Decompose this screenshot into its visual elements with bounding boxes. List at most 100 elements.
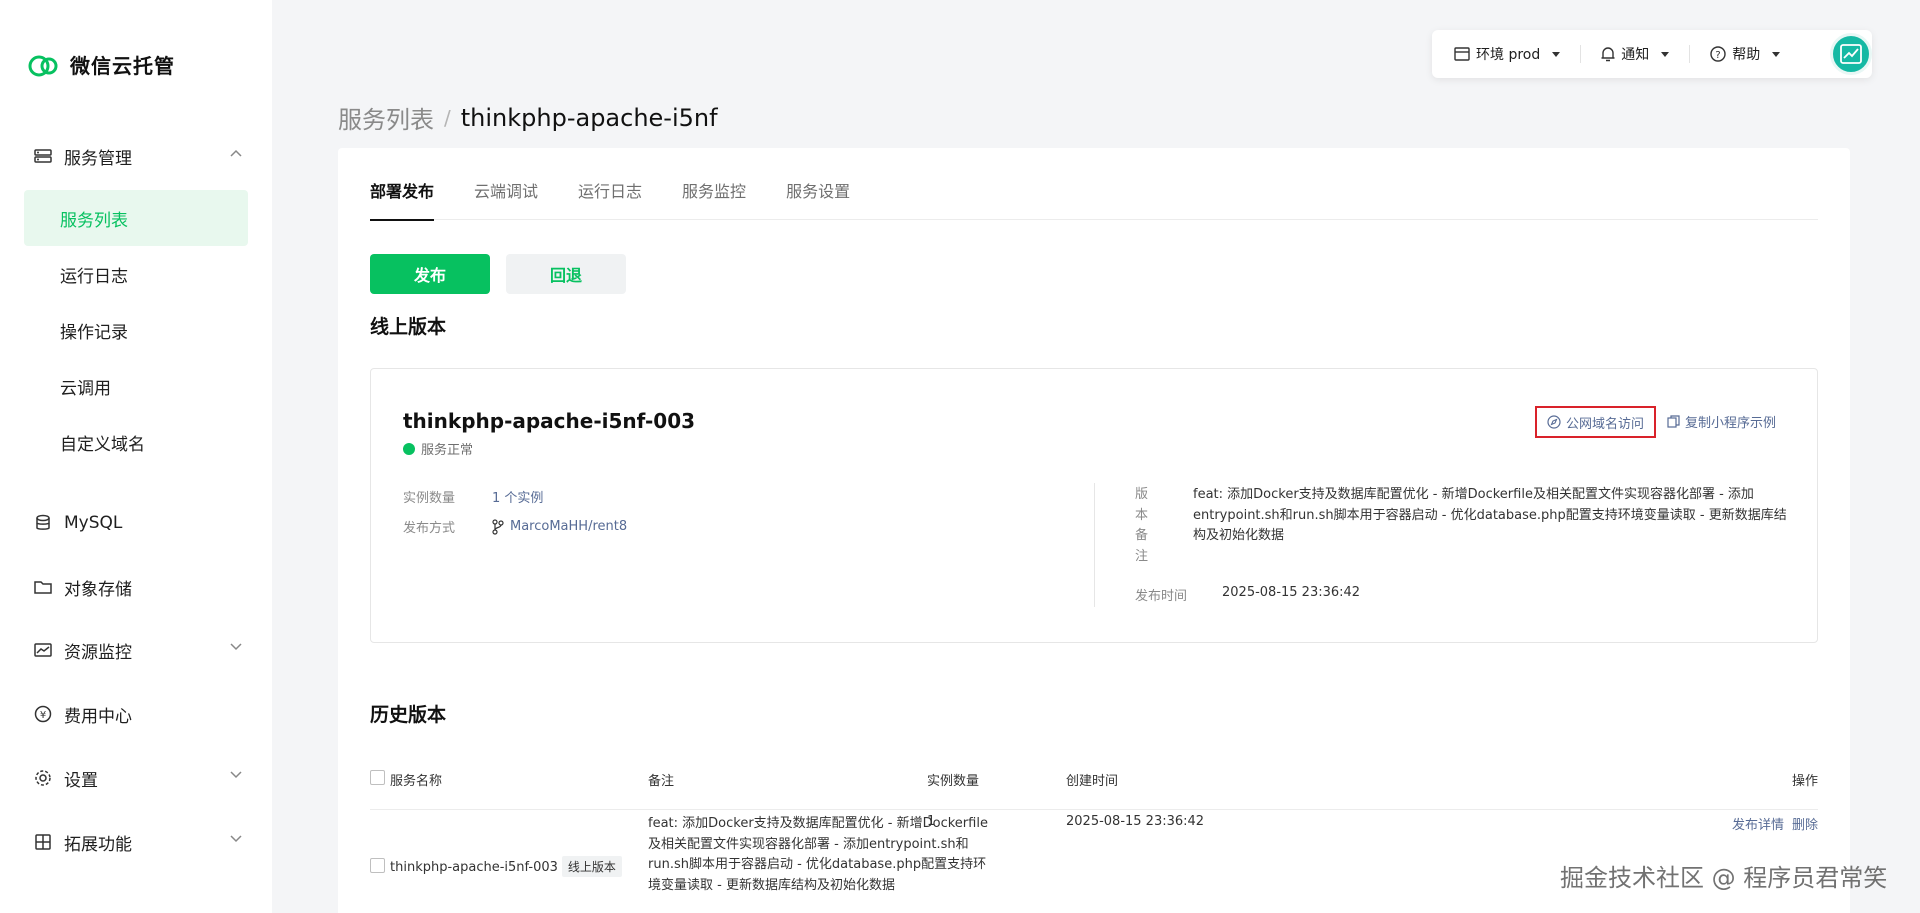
help-menu[interactable]: ? 帮助 [1710, 44, 1781, 64]
publish-time-value: 2025-08-15 23:36:42 [1222, 585, 1361, 600]
sidebar: 微信云托管 服务管理 服务列表 运行日志 操作记录 云调用 自定义域名 MySQ… [0, 0, 272, 913]
env-selector[interactable]: 环境 prod [1454, 44, 1561, 64]
main-panel: 部署发布 云端调试 运行日志 服务监控 服务设置 发布 回退 线上版本 thin… [338, 148, 1850, 913]
caret-down-icon [1772, 51, 1781, 57]
online-version-card: thinkphp-apache-i5nf-003 服务正常 公网域名访问 复制小… [370, 368, 1818, 643]
copy-icon [1667, 415, 1680, 428]
environment-icon [1454, 47, 1470, 61]
svg-text:¥: ¥ [40, 710, 46, 721]
chevron-down-icon [230, 643, 242, 651]
col-instances: 实例数量 [927, 774, 980, 789]
copy-example-label: 复制小程序示例 [1685, 416, 1777, 431]
notify-label: 通知 [1621, 47, 1650, 63]
publish-time-label: 发布时间 [1135, 589, 1188, 604]
select-all-checkbox[interactable] [370, 770, 385, 785]
cloud-logo-icon [28, 55, 58, 76]
row-note: feat: 添加Docker支持及数据库配置优化 - 新增Dockerfile及… [648, 816, 988, 893]
rollback-button[interactable]: 回退 [506, 254, 626, 294]
breadcrumb-parent[interactable]: 服务列表 [338, 100, 434, 135]
tab-service-monitor[interactable]: 服务监控 [682, 178, 746, 220]
instance-count-link[interactable]: 1 个实例 [492, 487, 543, 506]
instance-count-row: 实例数量 1 个实例 [403, 487, 543, 506]
caret-down-icon [1552, 51, 1561, 57]
git-branch-icon [492, 518, 504, 535]
public-domain-link[interactable]: 公网域名访问 [1535, 406, 1656, 438]
top-toolbar: 环境 prod 通知 ? 帮助 [1432, 30, 1872, 78]
copy-miniprogram-example-link[interactable]: 复制小程序示例 [1667, 412, 1776, 431]
history-table-header: 服务名称 备注 实例数量 创建时间 操作 [370, 760, 1818, 810]
sidebar-group-label: 拓展功能 [64, 834, 132, 855]
row-operations: 发布详情 删除 [1732, 814, 1818, 833]
bell-icon [1601, 47, 1615, 62]
row-service-name-text: thinkphp-apache-i5nf-003 [390, 860, 558, 875]
yen-icon: ¥ [32, 703, 54, 725]
sidebar-group-label: MySQL [64, 513, 123, 533]
row-created-time: 2025-08-15 23:36:42 [1066, 814, 1205, 829]
public-domain-label: 公网域名访问 [1565, 416, 1644, 432]
row-checkbox[interactable] [370, 858, 385, 873]
row-service-name: thinkphp-apache-i5nf-003 线上版本 [390, 856, 622, 877]
online-version-tag: 线上版本 [561, 856, 622, 877]
caret-down-icon [1661, 51, 1670, 57]
row-instances: 1 [927, 814, 936, 829]
instance-count-label: 实例数量 [403, 491, 456, 506]
sidebar-item-cloud-call[interactable]: 云调用 [24, 358, 248, 414]
help-icon: ? [1710, 46, 1726, 62]
toolbar-divider [1580, 45, 1582, 63]
help-label: 帮助 [1732, 47, 1761, 63]
sidebar-group-label: 服务管理 [64, 148, 132, 169]
tab-bar: 部署发布 云端调试 运行日志 服务监控 服务设置 [370, 178, 1818, 221]
sidebar-group-mysql[interactable]: MySQL [24, 503, 248, 543]
sidebar-item-run-logs[interactable]: 运行日志 [24, 246, 248, 302]
toolbar-divider [1689, 45, 1691, 63]
tab-deploy[interactable]: 部署发布 [370, 178, 435, 221]
avatar[interactable] [1830, 33, 1872, 75]
publish-button[interactable]: 发布 [370, 254, 490, 294]
col-service-name: 服务名称 [390, 774, 443, 789]
sidebar-item-operation-records[interactable]: 操作记录 [24, 302, 248, 358]
status-dot-icon [403, 442, 415, 455]
sidebar-group-label: 资源监控 [64, 642, 132, 663]
online-version-title: 线上版本 [370, 316, 447, 338]
app-name: 微信云托管 [70, 54, 175, 78]
col-created: 创建时间 [1066, 774, 1119, 789]
history-version-title: 历史版本 [370, 704, 447, 726]
deploy-method-label: 发布方式 [403, 521, 456, 536]
sidebar-group-extensions[interactable]: 拓展功能 [24, 822, 248, 862]
sidebar-group-object-storage[interactable]: 对象存储 [24, 567, 248, 607]
publish-detail-link[interactable]: 发布详情 [1732, 814, 1784, 833]
version-note-text: feat: 添加Docker支持及数据库配置优化 - 新增Dockerfile及… [1193, 487, 1787, 543]
notify-menu[interactable]: 通知 [1601, 44, 1670, 64]
delete-link[interactable]: 删除 [1792, 814, 1818, 833]
watermark: 掘金技术社区 @ 程序员君常笑 [1560, 864, 1888, 892]
gear-icon [32, 767, 54, 789]
extension-icon [32, 831, 54, 853]
app-logo[interactable]: 微信云托管 [28, 50, 175, 79]
folder-icon [32, 576, 54, 598]
sidebar-group-service-management[interactable]: 服务管理 [24, 136, 248, 176]
version-note-label: 版本备注 [1135, 487, 1149, 564]
sidebar-group-label: 对象存储 [64, 579, 132, 600]
server-icon [32, 145, 54, 167]
sidebar-item-service-list[interactable]: 服务列表 [24, 190, 248, 246]
env-label: 环境 prod [1476, 47, 1541, 63]
chart-avatar-icon [1840, 44, 1862, 64]
sidebar-group-billing[interactable]: ¥ 费用中心 [24, 694, 248, 734]
version-name: thinkphp-apache-i5nf-003 [403, 409, 696, 433]
compass-icon [1547, 415, 1561, 429]
vertical-divider [1094, 483, 1095, 607]
repo-name: MarcoMaHH/rent8 [510, 519, 628, 534]
status-text: 服务正常 [421, 443, 474, 458]
tab-service-settings[interactable]: 服务设置 [786, 178, 850, 220]
tab-cloud-debug[interactable]: 云端调试 [474, 178, 538, 220]
chevron-down-icon [230, 835, 242, 843]
deploy-method-value[interactable]: MarcoMaHH/rent8 [492, 518, 628, 535]
sidebar-item-custom-domain[interactable]: 自定义域名 [24, 414, 248, 470]
database-icon [32, 512, 54, 534]
monitor-icon [32, 639, 54, 661]
sidebar-group-settings[interactable]: 设置 [24, 758, 248, 798]
tab-run-logs[interactable]: 运行日志 [578, 178, 642, 220]
svg-text:?: ? [1716, 50, 1721, 61]
sidebar-group-resource-monitor[interactable]: 资源监控 [24, 630, 248, 670]
status-badge: 服务正常 [403, 439, 473, 458]
